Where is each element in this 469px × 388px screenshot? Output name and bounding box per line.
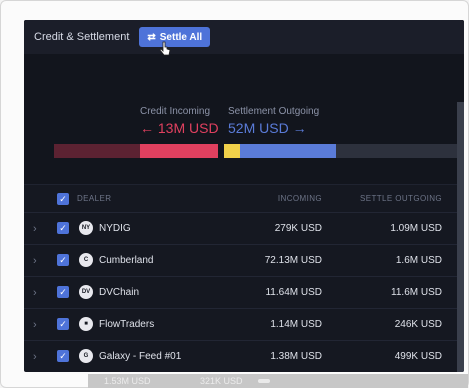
column-dealer[interactable]: DEALER: [77, 194, 111, 203]
expand-chevron-icon[interactable]: ›: [33, 351, 37, 363]
dealer-name: Cumberland: [99, 255, 154, 266]
expand-chevron-icon[interactable]: ›: [33, 319, 37, 331]
table-row[interactable]: › ✓ G Galaxy - Feed #01 1.38M USD 499K USD: [24, 340, 464, 372]
settlement-outgoing-value: 52M USD →: [228, 120, 307, 136]
row-checkbox[interactable]: ✓: [57, 254, 69, 266]
select-all-checkbox[interactable]: ✓: [57, 193, 69, 205]
column-incoming[interactable]: INCOMING: [278, 194, 322, 203]
credit-settlement-panel: Credit & Settlement ⇄ Settle All Credit …: [24, 20, 464, 372]
outgoing-value: 11.6M USD: [391, 287, 442, 298]
bar-track: [336, 144, 464, 158]
incoming-value: 1.38M USD: [270, 351, 322, 362]
table-row[interactable]: › ✓ ■ FlowTraders 1.14M USD 246K USD: [24, 308, 464, 341]
swap-arrows-icon: ⇄: [147, 31, 156, 43]
row-checkbox[interactable]: ✓: [57, 350, 69, 362]
settlement-outgoing-label: Settlement Outgoing: [228, 106, 320, 117]
panel-header: Credit & Settlement ⇄ Settle All: [24, 20, 464, 54]
credit-bar: [140, 144, 218, 158]
outgoing-value: 246K USD: [394, 319, 442, 330]
credit-bar-dim: [54, 144, 140, 158]
dealer-logo-icon: C: [79, 253, 93, 267]
bottom-scroll-thumb[interactable]: [258, 379, 270, 383]
expand-chevron-icon[interactable]: ›: [33, 287, 37, 299]
credit-incoming-label: Credit Incoming: [140, 106, 211, 117]
column-outgoing[interactable]: SETTLE OUTGOING: [360, 194, 442, 203]
summary-section: Credit Incoming Settlement Outgoing ← 13…: [24, 54, 464, 184]
incoming-value: 72.13M USD: [264, 255, 322, 266]
dealer-logo-icon: DV: [79, 285, 93, 299]
dealer-logo-icon: ■: [79, 317, 93, 331]
row-checkbox[interactable]: ✓: [57, 286, 69, 298]
table-row[interactable]: › ✓ C Cumberland 72.13M USD 1.6M USD: [24, 244, 464, 277]
scrollbar[interactable]: [457, 102, 464, 372]
dealer-logo-icon: NY: [79, 221, 93, 235]
panel-title: Credit & Settlement: [34, 31, 130, 43]
incoming-value: 1.14M USD: [270, 319, 322, 330]
outgoing-value: 1.6M USD: [395, 255, 442, 266]
dealer-name: DVChain: [99, 287, 140, 298]
dealer-name: FlowTraders: [99, 319, 155, 330]
credit-incoming-value: ← 13M USD: [140, 120, 219, 136]
dealer-logo-icon: G: [79, 349, 93, 363]
incoming-value: 11.64M USD: [265, 287, 322, 298]
dealer-name: Galaxy - Feed #01: [99, 351, 182, 362]
mouse-cursor-icon: [159, 41, 171, 56]
settlement-bar: [240, 144, 336, 158]
row-checkbox[interactable]: ✓: [57, 318, 69, 330]
table-row[interactable]: › ✓ NY NYDIG 279K USD 1.09M USD: [24, 212, 464, 245]
expand-chevron-icon[interactable]: ›: [33, 223, 37, 235]
outgoing-value: 1.09M USD: [390, 223, 442, 234]
table-header: ✓ DEALER INCOMING SETTLE OUTGOING: [24, 184, 464, 213]
bottom-status-bar: 1.53M USD 321K USD: [88, 374, 468, 388]
settlement-accent-bar: [224, 144, 240, 158]
incoming-value: 279K USD: [274, 223, 322, 234]
row-checkbox[interactable]: ✓: [57, 222, 69, 234]
dealer-name: NYDIG: [99, 223, 131, 234]
bottom-left-value: 1.53M USD: [104, 376, 151, 386]
settle-all-button[interactable]: ⇄ Settle All: [139, 27, 211, 47]
bottom-right-value: 321K USD: [200, 376, 243, 386]
expand-chevron-icon[interactable]: ›: [33, 255, 37, 267]
table-row[interactable]: › ✓ DV DVChain 11.64M USD 11.6M USD: [24, 276, 464, 309]
outgoing-value: 499K USD: [394, 351, 442, 362]
